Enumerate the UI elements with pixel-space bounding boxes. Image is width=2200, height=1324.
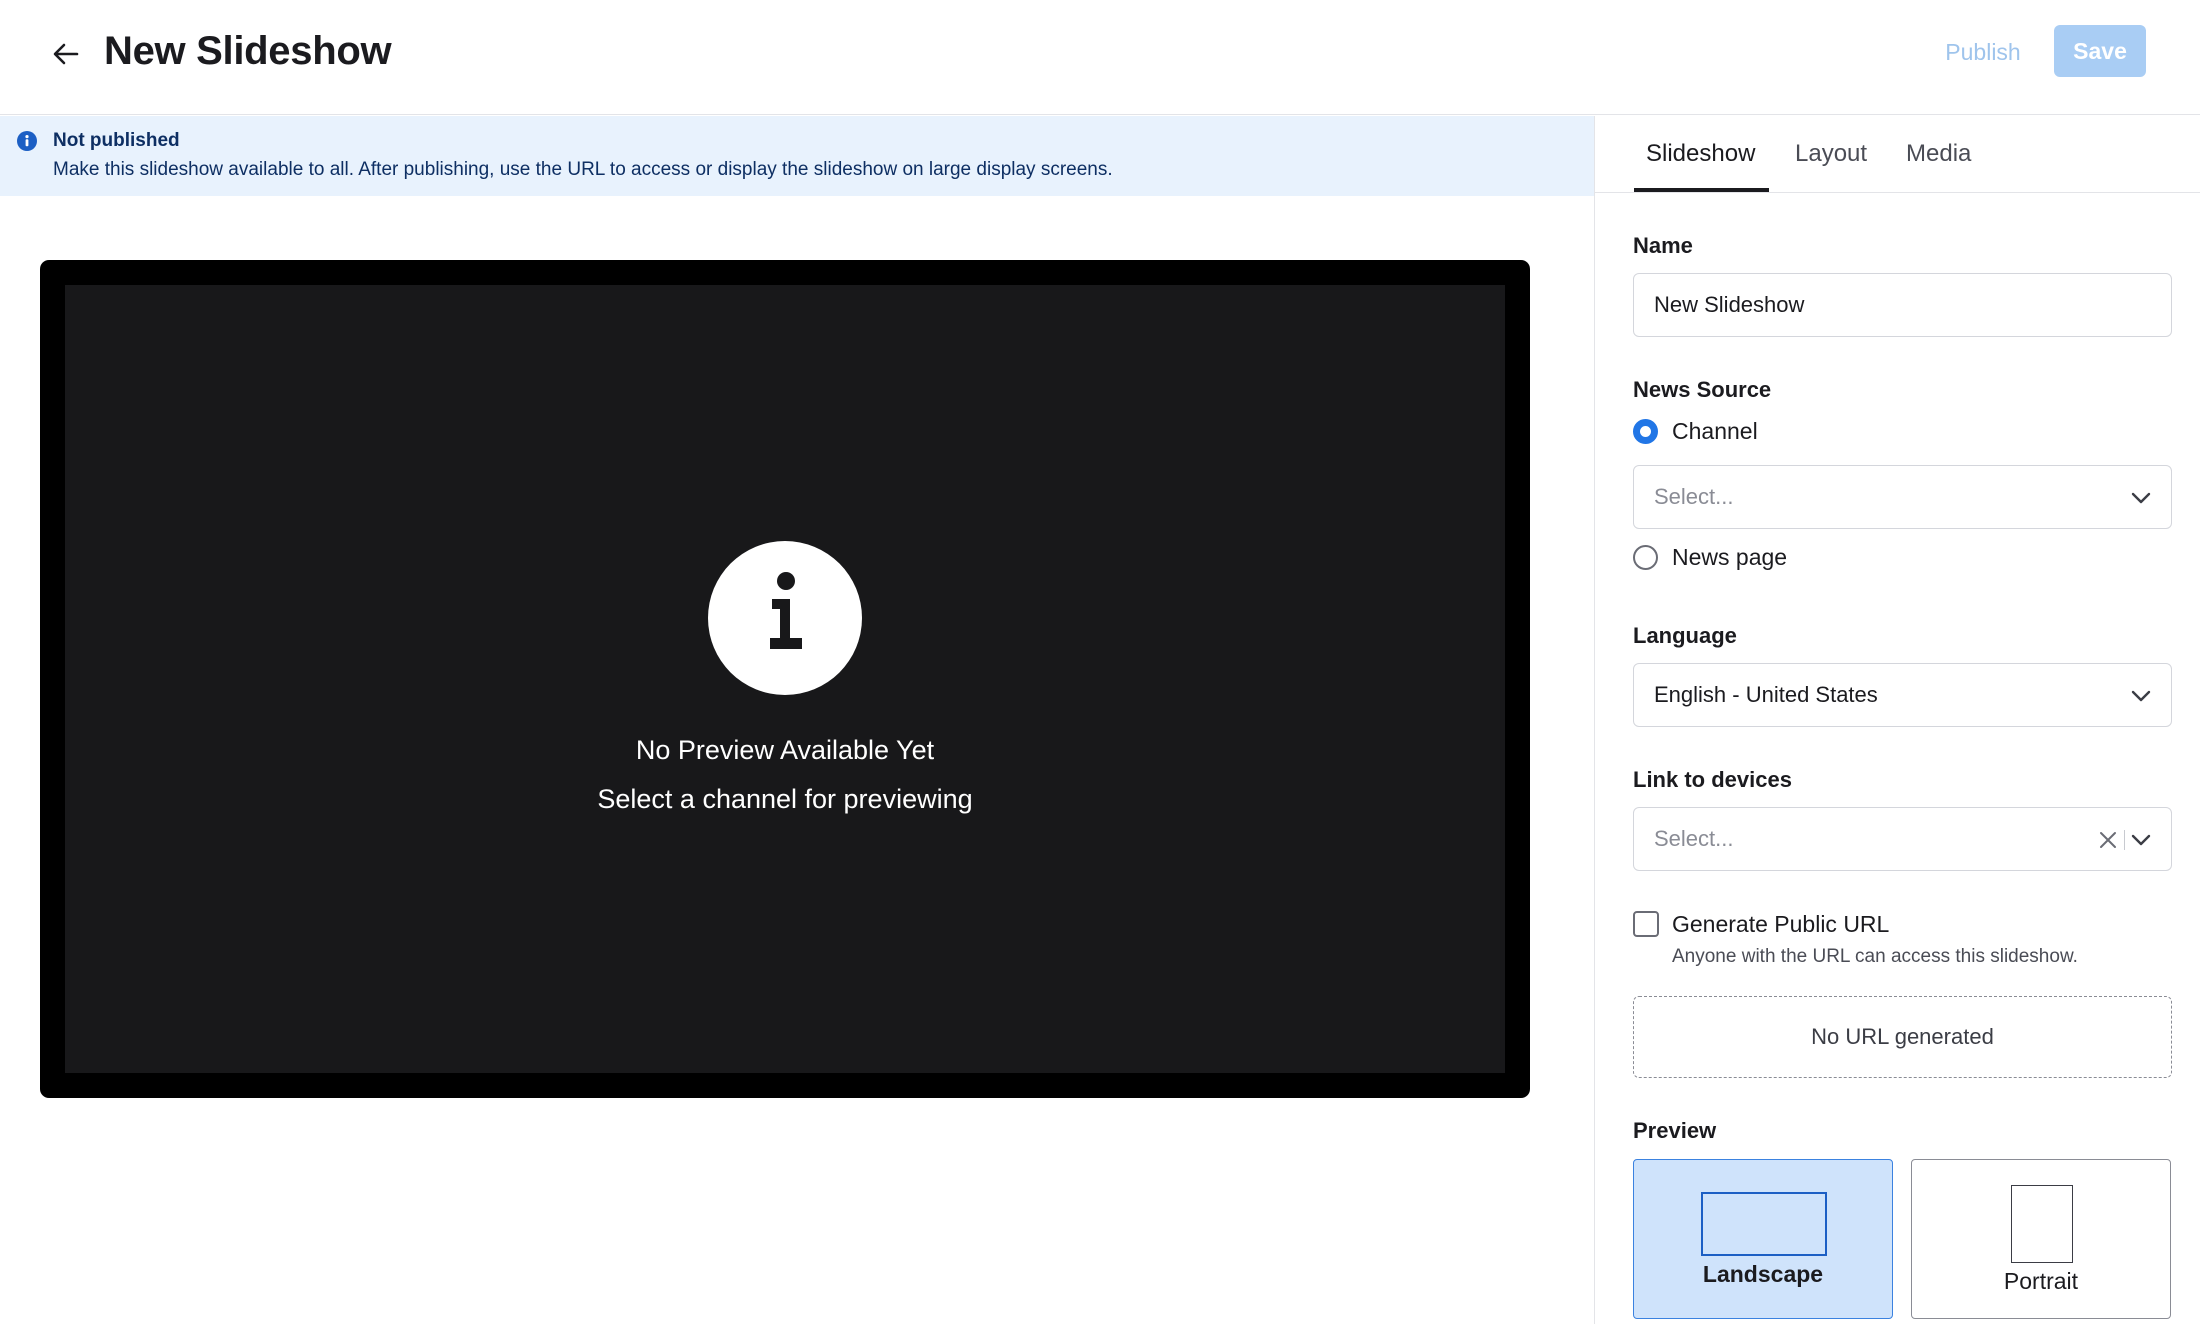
active-tab-indicator (1634, 188, 1769, 192)
channel-radio[interactable] (1633, 419, 1658, 444)
tab-slideshow[interactable]: Slideshow (1646, 136, 1755, 172)
public-url-help: Anyone with the URL can access this slid… (1672, 946, 2078, 967)
preview-label: Preview (1633, 1118, 1717, 1143)
name-input[interactable]: New Slideshow (1633, 273, 2172, 337)
language-label: Language (1633, 623, 1737, 648)
language-select-value: English - United States (1654, 682, 1878, 707)
chevron-down-icon (2131, 492, 2151, 504)
devices-select[interactable]: Select... (1633, 807, 2172, 871)
tab-layout[interactable]: Layout (1795, 136, 1867, 172)
info-icon (17, 131, 37, 151)
banner-title: Not published (53, 130, 180, 151)
banner-text: Make this slideshow available to all. Af… (53, 159, 1113, 180)
portrait-shape-icon (2011, 1185, 2073, 1263)
channel-select-placeholder: Select... (1654, 484, 1734, 509)
landscape-option[interactable]: Landscape (1633, 1159, 1893, 1319)
landscape-shape-icon (1701, 1192, 1827, 1256)
devices-select-placeholder: Select... (1654, 826, 1734, 851)
portrait-option[interactable]: Portrait (1911, 1159, 2171, 1319)
news-page-radio[interactable] (1633, 545, 1658, 570)
app-header: New Slideshow Publish Save (0, 0, 2200, 115)
back-button[interactable] (44, 32, 88, 76)
select-divider (2124, 830, 2125, 850)
channel-radio-label: Channel (1672, 418, 1758, 444)
url-box-text: No URL generated (1811, 1024, 1994, 1049)
large-info-icon (708, 541, 862, 695)
url-placeholder-box: No URL generated (1633, 996, 2172, 1078)
clear-x-icon[interactable] (2098, 830, 2118, 850)
news-page-radio-label: News page (1672, 544, 1788, 570)
chevron-down-icon (2131, 690, 2151, 702)
save-button[interactable]: Save (2054, 25, 2146, 77)
not-published-banner (0, 116, 1594, 196)
landscape-label: Landscape (1702, 1261, 1824, 1287)
language-select[interactable]: English - United States (1633, 663, 2172, 727)
tab-media[interactable]: Media (1906, 136, 1971, 172)
no-preview-subtitle: Select a channel for previewing (597, 784, 973, 814)
news-source-label: News Source (1633, 377, 1772, 402)
channel-select[interactable]: Select... (1633, 465, 2172, 529)
name-label: Name (1633, 233, 1693, 258)
generate-public-url-checkbox[interactable] (1633, 911, 1659, 937)
portrait-label: Portrait (2003, 1268, 2079, 1294)
devices-label: Link to devices (1633, 767, 1792, 792)
no-preview-title: No Preview Available Yet (635, 735, 935, 765)
generate-public-url-label: Generate Public URL (1672, 911, 1890, 937)
page-title: New Slideshow (104, 29, 392, 73)
arrow-left-icon (53, 43, 79, 65)
publish-button[interactable]: Publish (1925, 26, 2041, 78)
chevron-down-icon (2131, 834, 2151, 846)
